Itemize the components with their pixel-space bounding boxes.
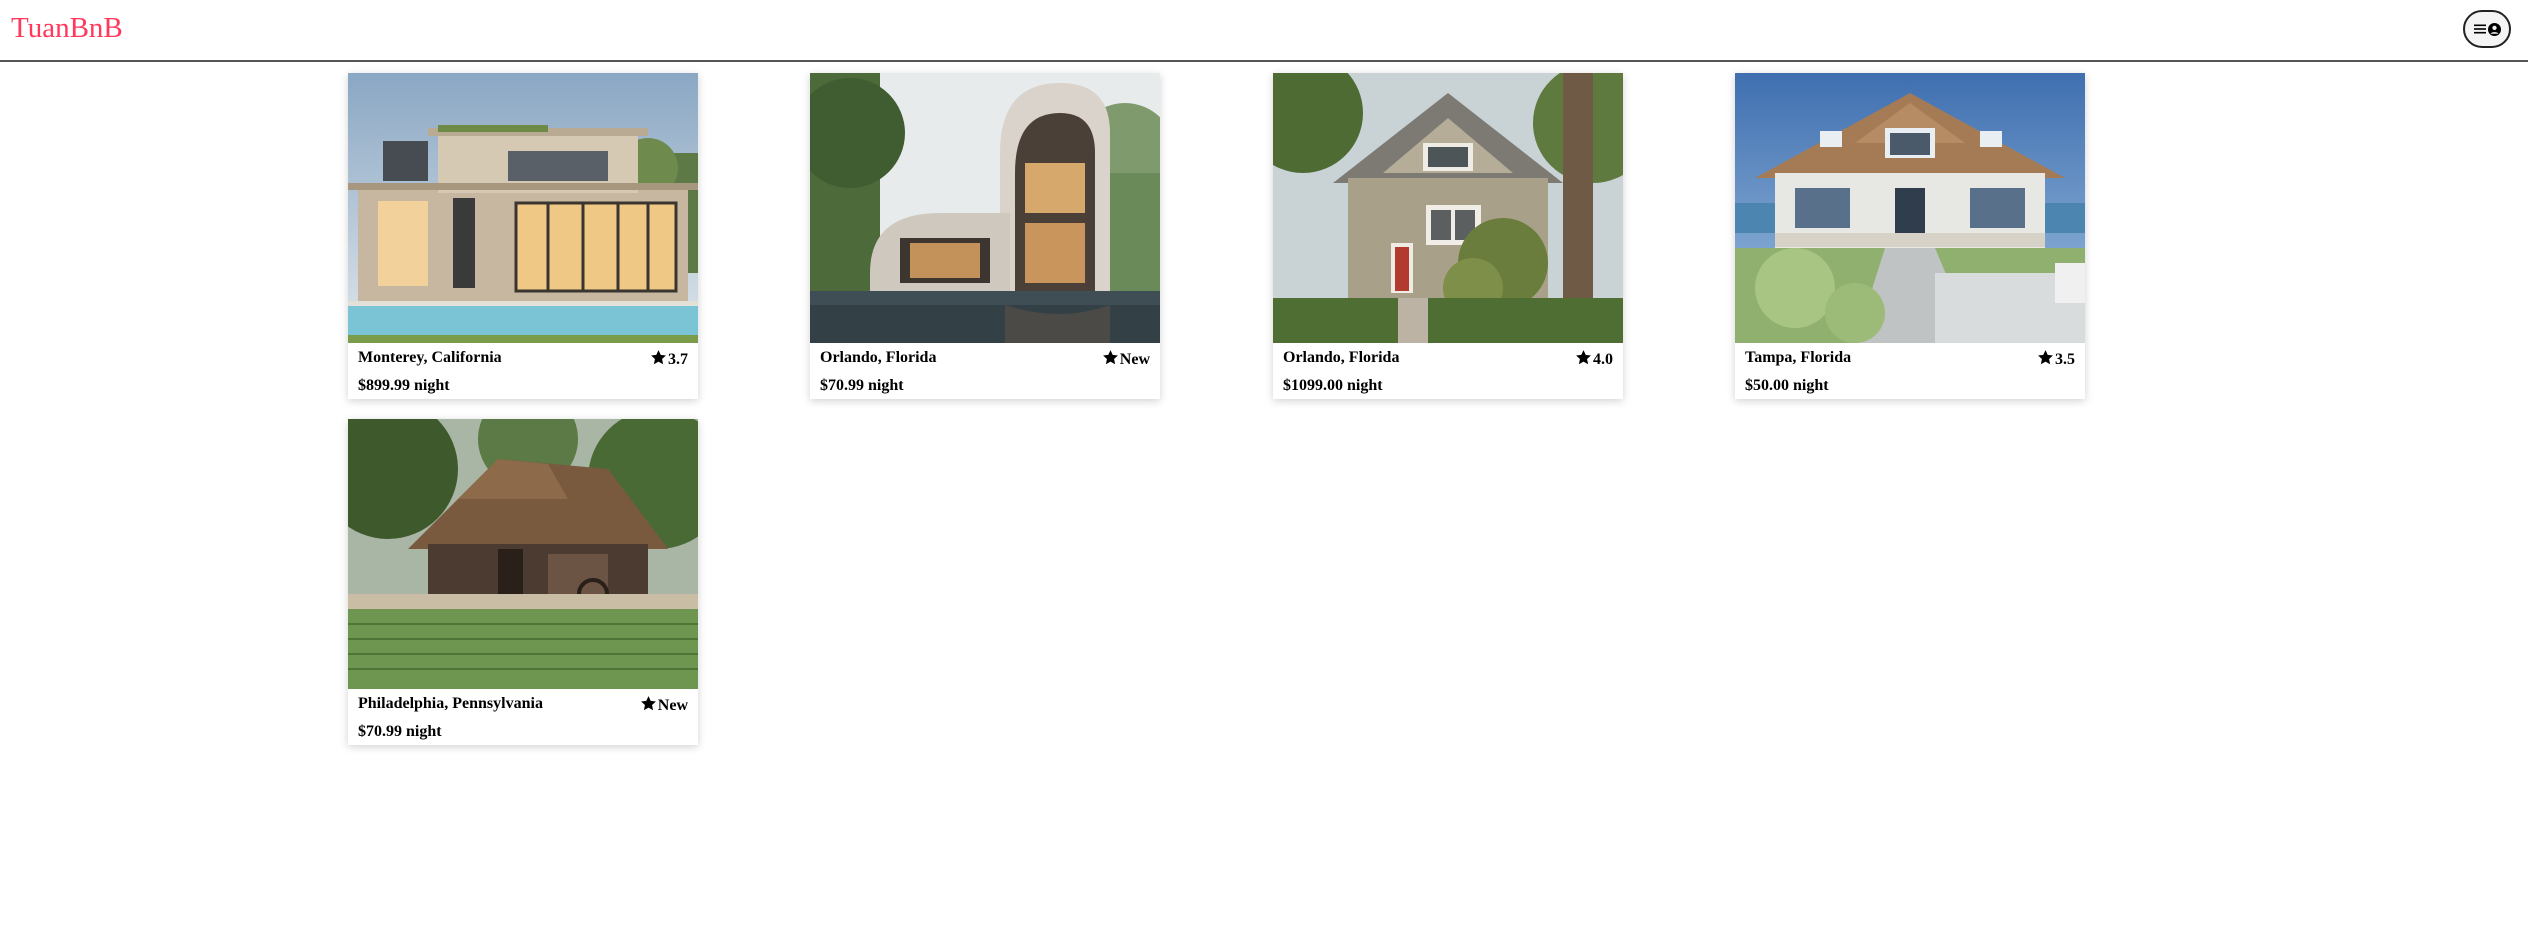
star-icon <box>1575 349 1592 371</box>
star-icon <box>650 349 667 371</box>
star-icon <box>640 695 657 717</box>
listing-card[interactable]: Philadelphia, Pennsylvania New $70.99 ni… <box>348 419 698 745</box>
listing-photo-modern-villa[interactable] <box>348 73 698 343</box>
listing-photo-craftsman-house[interactable] <box>1273 73 1623 343</box>
listing-photo-thatched-farmhouse[interactable] <box>348 419 698 689</box>
listing-card[interactable]: Orlando, Florida 4.0 $1099.00 night <box>1273 73 1623 399</box>
listing-location: Monterey, California <box>358 349 502 366</box>
listing-location: Tampa, Florida <box>1745 349 1852 366</box>
listing-location: Orlando, Florida <box>820 349 937 366</box>
logo[interactable]: TuanBnB <box>11 12 123 45</box>
listing-location: Philadelphia, Pennsylvania <box>358 695 543 712</box>
listing-card[interactable]: Monterey, California 3.7 $899.99 night <box>348 73 698 399</box>
rating-value: New <box>1119 351 1150 368</box>
listing-price: $899.99 night <box>358 377 450 394</box>
user-circle-icon <box>2487 22 2501 36</box>
rating-value: New <box>657 697 688 714</box>
listing-price: $1099.00 night <box>1283 377 1383 394</box>
listing-rating: 3.7 <box>650 349 688 371</box>
star-icon <box>1102 349 1119 371</box>
top-navbar: TuanBnB <box>0 0 2528 62</box>
hamburger-icon <box>2473 23 2486 35</box>
listing-rating: 3.5 <box>2037 349 2075 371</box>
listing-photo-beach-cottage[interactable] <box>1735 73 2085 343</box>
listing-price: $70.99 night <box>820 377 904 394</box>
listing-rating: New <box>640 695 688 717</box>
star-icon <box>2037 349 2054 371</box>
rating-value: 3.7 <box>668 351 688 368</box>
listing-photo-curved-house[interactable] <box>810 73 1160 343</box>
listing-card[interactable]: Orlando, Florida New $70.99 night <box>810 73 1160 399</box>
user-menu-button[interactable] <box>2463 10 2511 48</box>
listing-card[interactable]: Tampa, Florida 3.5 $50.00 night <box>1735 73 2085 399</box>
rating-value: 3.5 <box>2055 351 2075 368</box>
listing-price: $70.99 night <box>358 723 442 740</box>
listing-location: Orlando, Florida <box>1283 349 1400 366</box>
rating-value: 4.0 <box>1593 351 1613 368</box>
listing-rating: 4.0 <box>1575 349 1613 371</box>
listing-price: $50.00 night <box>1745 377 1829 394</box>
listing-rating: New <box>1102 349 1150 371</box>
